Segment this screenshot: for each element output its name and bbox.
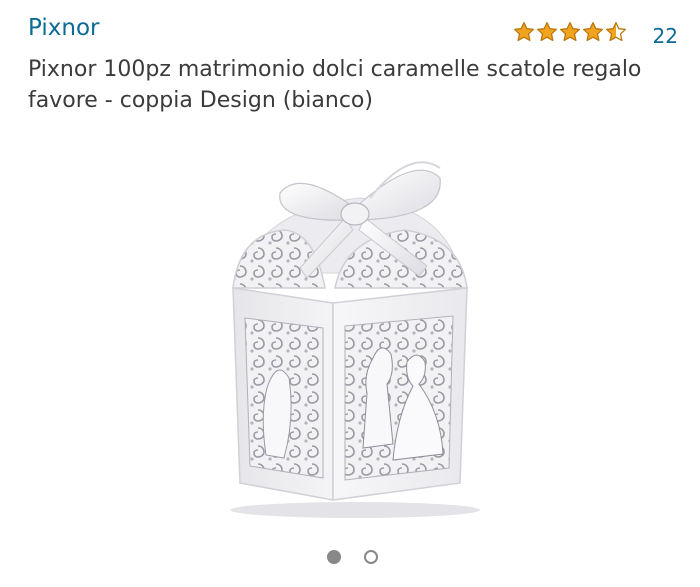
star-full-icon: [582, 22, 603, 42]
star-full-icon: [536, 22, 557, 42]
review-count[interactable]: 22: [653, 24, 678, 48]
star-full-icon: [559, 22, 580, 42]
product-title: Pixnor 100pz matrimonio dolci caramelle …: [28, 57, 642, 113]
gift-box-image[interactable]: [195, 138, 505, 523]
product-image-carousel[interactable]: [0, 128, 700, 540]
carousel-dot-2[interactable]: [364, 550, 378, 564]
product-header: Pixnor 22: [28, 14, 678, 50]
star-full-icon: [513, 22, 534, 42]
carousel-dot-1[interactable]: [327, 550, 341, 564]
carousel-pagination: [0, 550, 700, 570]
brand-link[interactable]: Pixnor: [28, 15, 99, 41]
star-half-icon: [605, 22, 626, 42]
star-rating: [513, 21, 627, 43]
rating-summary[interactable]: 22: [513, 14, 678, 50]
